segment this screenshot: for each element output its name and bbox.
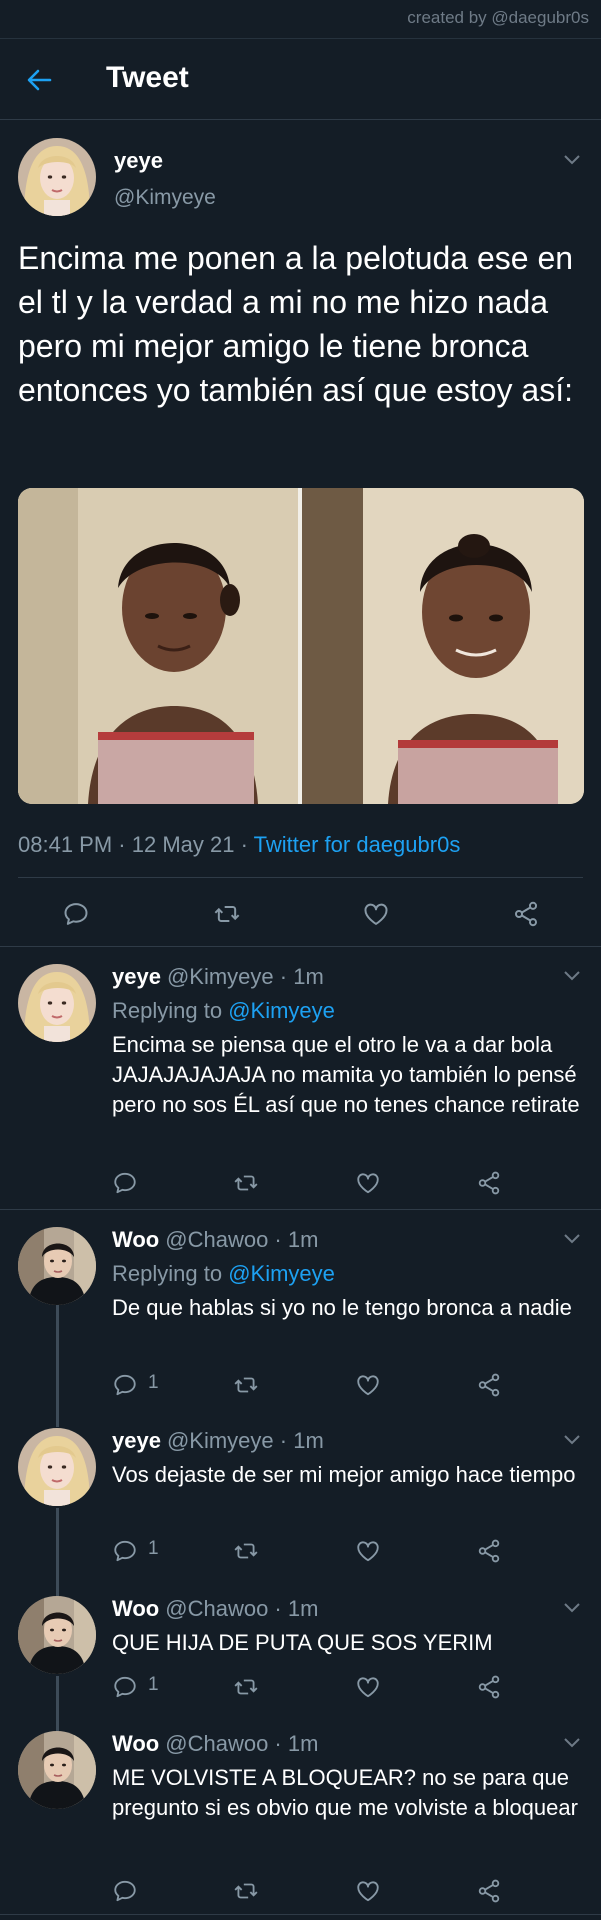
tweet-actions [0, 880, 601, 946]
reply-count: 1 [148, 1372, 159, 1393]
reply-time: 1m [293, 964, 324, 989]
reply-time: 1m [287, 1227, 319, 1252]
meta-separator: · [118, 832, 132, 857]
reply-icon[interactable] [112, 1538, 138, 1564]
share-icon[interactable] [476, 1674, 502, 1700]
tweet-text: Encima me ponen a la pelotuda ese en el … [18, 240, 574, 408]
author-handle[interactable]: @Kimyeye [167, 964, 274, 989]
reply-tweet[interactable]: yeye @Kimyeye · 1m Replying to @Kimyeye E… [0, 946, 601, 1209]
reply-time: 1m [293, 1428, 324, 1453]
tweet-image[interactable] [18, 488, 584, 804]
reply-count: 1 [148, 1538, 159, 1559]
meta-separator: · [240, 832, 254, 857]
author-handle[interactable]: @Chawoo [165, 1227, 268, 1252]
reply-tweet[interactable]: Woo @Chawoo · 1m ME VOLVISTE A BLOQUEAR? … [0, 1723, 601, 1913]
reply-actions: 1 [112, 1672, 592, 1702]
tweet-time: 08:41 PM [18, 832, 113, 857]
author-handle[interactable]: @Chawoo [165, 1596, 268, 1621]
chevron-down-icon[interactable] [563, 154, 581, 166]
credit-watermark: created by @daegubr0s [407, 8, 589, 27]
share-icon[interactable] [476, 1878, 502, 1904]
like-icon[interactable] [355, 1170, 381, 1196]
tweet-source-link[interactable]: Twitter for daegubr0s [254, 832, 461, 857]
avatar[interactable] [18, 1596, 96, 1674]
replying-to: Replying to @Kimyeye [112, 1261, 335, 1286]
reply-actions: 1 [112, 1370, 592, 1400]
retweet-icon[interactable] [213, 900, 241, 928]
author-name[interactable]: yeye [112, 1428, 161, 1453]
reply-count: 1 [148, 1674, 159, 1695]
avatar[interactable] [18, 138, 96, 216]
author-handle[interactable]: @Kimyeye [114, 186, 216, 210]
retweet-icon[interactable] [233, 1878, 259, 1904]
author-name[interactable]: Woo [112, 1731, 159, 1756]
reply-time: 1m [287, 1731, 319, 1756]
tweet-date: 12 May 21 [131, 832, 235, 857]
reply-header: yeye @Kimyeye · 1m [112, 964, 324, 989]
author-name[interactable]: yeye [114, 148, 163, 174]
mention-link[interactable]: @Kimyeye [228, 1261, 335, 1286]
reply-text: Vos dejaste de ser mi mejor amigo hace t… [112, 1462, 576, 1487]
reply-text: Encima se piensa que el otro le va a dar… [112, 1032, 580, 1117]
like-icon[interactable] [355, 1538, 381, 1564]
chevron-down-icon[interactable] [563, 1737, 581, 1749]
reply-icon[interactable] [112, 1372, 138, 1398]
author-handle[interactable]: @Kimyeye [167, 1428, 274, 1453]
replying-to: Replying to @Kimyeye [112, 998, 335, 1023]
share-icon[interactable] [476, 1538, 502, 1564]
reply-header: yeye @Kimyeye · 1m [112, 1428, 324, 1453]
avatar[interactable] [18, 1227, 96, 1305]
tweet-meta: 08:41 PM · 12 May 21 · Twitter for daegu… [18, 832, 460, 858]
page-title: Tweet [106, 61, 189, 94]
reply-header: Woo @Chawoo · 1m [112, 1731, 319, 1756]
retweet-icon[interactable] [233, 1170, 259, 1196]
reply-icon[interactable] [112, 1674, 138, 1700]
retweet-icon[interactable] [233, 1674, 259, 1700]
share-icon[interactable] [476, 1372, 502, 1398]
author-name[interactable]: Woo [112, 1227, 159, 1252]
reply-text: QUE HIJA DE PUTA QUE SOS YERIM [112, 1630, 493, 1655]
chevron-down-icon[interactable] [563, 1434, 581, 1446]
divider [0, 1914, 601, 1915]
reply-tweet[interactable]: Woo @Chawoo · 1m QUE HIJA DE PUTA QUE SOS… [0, 1588, 601, 1723]
reply-actions [112, 1168, 592, 1198]
chevron-down-icon[interactable] [563, 1602, 581, 1614]
chevron-down-icon[interactable] [563, 1233, 581, 1245]
like-icon[interactable] [355, 1372, 381, 1398]
avatar[interactable] [18, 1731, 96, 1809]
retweet-icon[interactable] [233, 1538, 259, 1564]
like-icon[interactable] [355, 1878, 381, 1904]
reply-tweet[interactable]: Woo @Chawoo · 1m Replying to @Kimyeye De … [0, 1209, 601, 1420]
like-icon[interactable] [362, 900, 390, 928]
author-name[interactable]: yeye [112, 964, 161, 989]
retweet-icon[interactable] [233, 1372, 259, 1398]
back-arrow-icon[interactable] [26, 67, 52, 93]
reply-header: Woo @Chawoo · 1m [112, 1596, 319, 1621]
main-tweet: yeye @Kimyeye Encima me ponen a la pelot… [0, 120, 601, 946]
mention-link[interactable]: @Kimyeye [228, 998, 335, 1023]
reply-text: De que hablas si yo no le tengo bronca a… [112, 1295, 572, 1320]
avatar[interactable] [18, 1428, 96, 1506]
reply-tweet[interactable]: yeye @Kimyeye · 1m Vos dejaste de ser mi … [0, 1420, 601, 1588]
share-icon[interactable] [512, 900, 540, 928]
author-handle[interactable]: @Chawoo [165, 1731, 268, 1756]
reply-icon[interactable] [112, 1170, 138, 1196]
avatar[interactable] [18, 964, 96, 1042]
share-icon[interactable] [476, 1170, 502, 1196]
top-bar: Tweet [0, 38, 601, 120]
reply-header: Woo @Chawoo · 1m [112, 1227, 319, 1252]
reply-actions: 1 [112, 1536, 592, 1566]
reply-icon[interactable] [62, 900, 90, 928]
like-icon[interactable] [355, 1674, 381, 1700]
author-name[interactable]: Woo [112, 1596, 159, 1621]
divider [18, 877, 583, 878]
reply-icon[interactable] [112, 1878, 138, 1904]
reply-actions [112, 1876, 592, 1906]
reply-time: 1m [287, 1596, 319, 1621]
chevron-down-icon[interactable] [563, 970, 581, 982]
reply-text: ME VOLVISTE A BLOQUEAR? no se para que p… [112, 1765, 578, 1820]
